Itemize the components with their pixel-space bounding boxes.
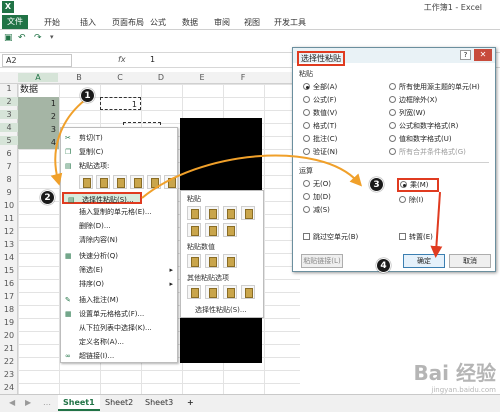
annotation-arrows	[50, 99, 443, 258]
scroll-left-icon[interactable]: ◀	[4, 395, 20, 411]
scroll-right-icon[interactable]: ▶	[20, 395, 36, 411]
watermark-logo: Bai 经验 jingyan.baidu.com	[413, 361, 496, 394]
more-sheets-icon[interactable]: …	[38, 395, 56, 411]
step-marker-4: 4	[376, 258, 391, 273]
arrow-step2	[141, 154, 363, 199]
step-marker-1: 1	[80, 88, 95, 103]
sheet-tab-3[interactable]: Sheet3	[140, 395, 178, 411]
arrow-step1	[50, 99, 86, 186]
add-sheet-button[interactable]: +	[182, 395, 199, 411]
step-marker-2: 2	[40, 190, 55, 205]
step-marker-3: 3	[369, 177, 384, 192]
sheet-tab-bar: ◀ ▶ … Sheet1 Sheet2 Sheet3 +	[0, 394, 500, 412]
sheet-tab-2[interactable]: Sheet2	[100, 395, 138, 411]
arrow-step3	[430, 191, 443, 258]
sheet-tab-1[interactable]: Sheet1	[58, 395, 100, 411]
